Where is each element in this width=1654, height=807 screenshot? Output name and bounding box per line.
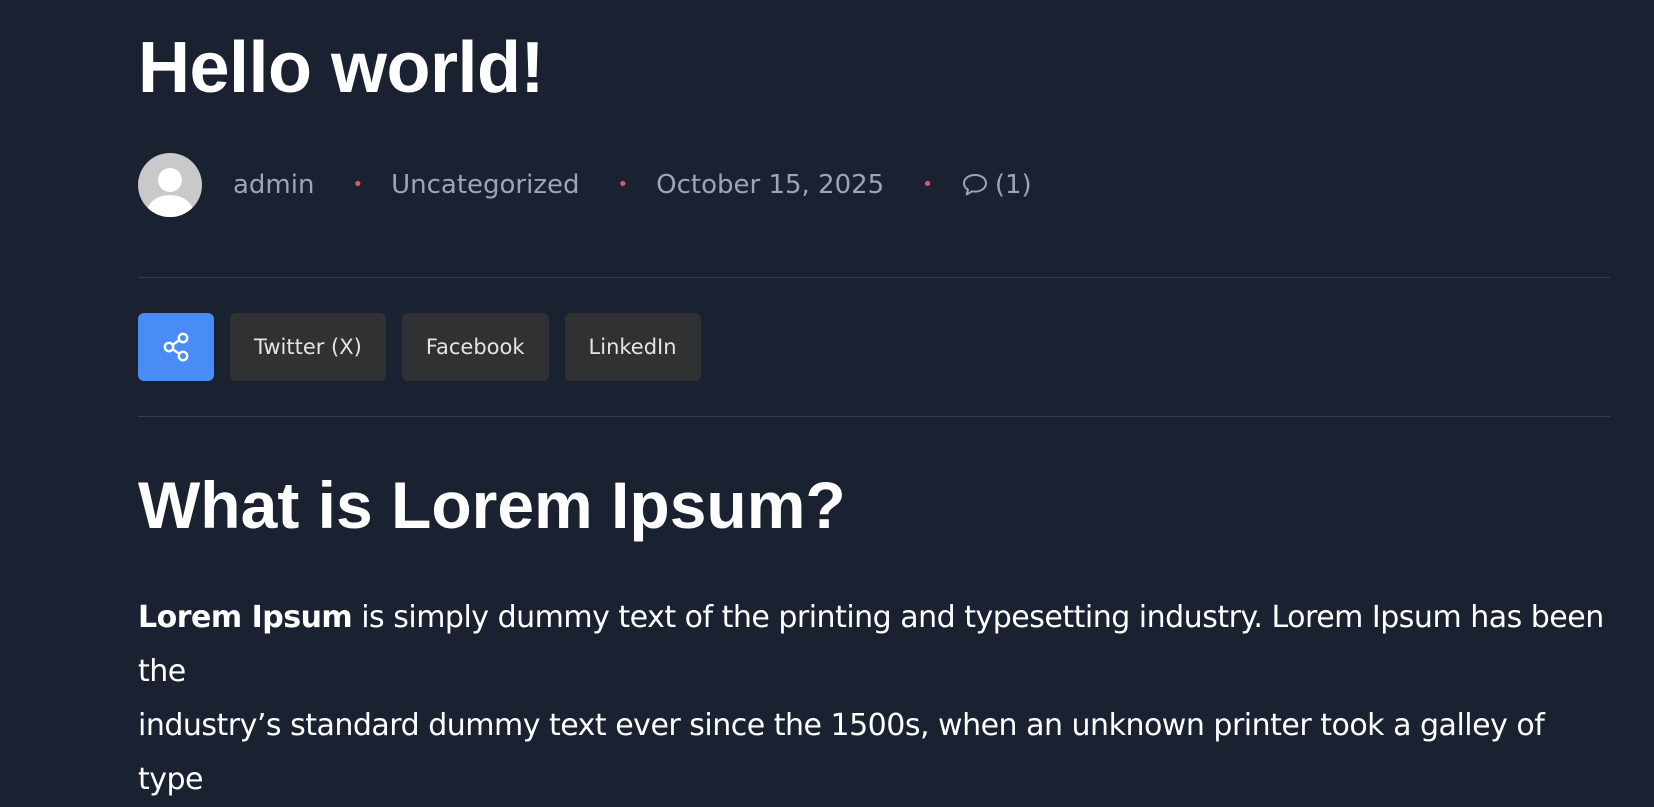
meta-separator: • <box>352 174 364 195</box>
post-title: Hello world! <box>138 28 545 108</box>
divider <box>138 277 1610 278</box>
author-link[interactable]: admin <box>233 170 314 200</box>
share-button[interactable] <box>138 313 214 381</box>
divider <box>138 416 1610 417</box>
post-meta: admin • Uncategorized • October 15, 2025… <box>138 152 1032 218</box>
body-paragraph: Lorem Ipsum is simply dummy text of the … <box>138 591 1618 807</box>
category-link[interactable]: Uncategorized <box>391 170 579 200</box>
comment-count: (1) <box>994 170 1032 200</box>
section-heading: What is Lorem Ipsum? <box>138 468 846 542</box>
comments-link[interactable]: (1) <box>961 170 1032 200</box>
share-facebook-button[interactable]: Facebook <box>401 313 549 381</box>
avatar[interactable] <box>138 153 202 217</box>
meta-separator: • <box>922 174 933 195</box>
share-twitter-button[interactable]: Twitter (X) <box>230 313 386 381</box>
paragraph-text-line-1: is simply dummy text of the printing and… <box>138 600 1604 689</box>
paragraph-text-line-2: industry’s standard dummy text ever sinc… <box>138 708 1545 797</box>
avatar-head <box>158 168 182 192</box>
meta-separator: • <box>617 174 629 195</box>
share-icon <box>163 332 189 362</box>
paragraph-bold-text: Lorem Ipsum <box>138 600 353 635</box>
comment-icon <box>962 174 987 196</box>
share-bar: Twitter (X) Facebook LinkedIn <box>138 313 701 381</box>
avatar-body <box>147 195 193 217</box>
post-date[interactable]: October 15, 2025 <box>656 170 884 200</box>
share-linkedin-button[interactable]: LinkedIn <box>564 313 701 381</box>
